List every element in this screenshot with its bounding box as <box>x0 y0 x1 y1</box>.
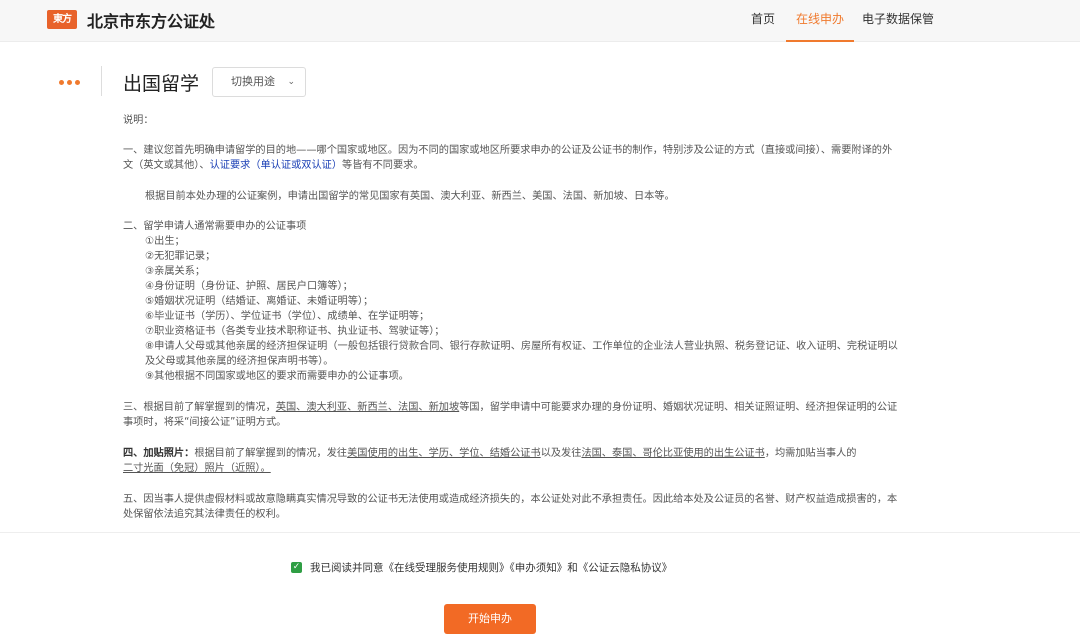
agreement-row[interactable]: ✓ 我已阅读并同意《在线受理服务使用规则》《申办须知》和《公证云隐私协议》 <box>291 560 672 575</box>
list-item: ⑧申请人父母或其他亲属的经济担保证明（一般包括银行贷款合同、银行存款证明、房屋所… <box>145 341 898 352</box>
certification-requirement-link[interactable]: 认证要求（单认证或双认证） <box>210 160 342 171</box>
title-divider <box>101 66 102 96</box>
page-title: 出国留学 <box>123 73 200 95</box>
start-apply-button[interactable]: 开始申办 <box>444 604 536 634</box>
paragraph-5-line-2: 二寸光面（免冠）照片（近照）。 <box>123 463 271 474</box>
paragraph-2: 根据目前本处办理的公证案例，申请出国留学的常见国家有英国、澳大利亚、新西兰、美国… <box>145 191 675 202</box>
paragraph-6-line-1: 五、因当事人提供虚假材料或故意隐瞒真实情况导致的公证书无法使用或造成经济损失的，… <box>123 494 898 505</box>
list-item: ⑨其他根据不同国家或地区的要求而需要申办的公证事项。 <box>145 371 409 382</box>
paragraph-4-line-1: 三、根据目前了解掌握到的情况，英国、澳大利亚、新西兰、法国、新加坡等国，留学申请… <box>123 401 943 416</box>
purpose-select-label: 切换用途 <box>231 75 275 88</box>
list-item: ⑥毕业证书（学历）、学位证书（学位）、成绩单、在学证明等； <box>145 311 430 322</box>
logo-icon[interactable]: 東方 <box>47 10 77 29</box>
nav-home[interactable]: 首页 <box>748 0 778 42</box>
paragraph-5-usa-docs: 美国使用的出生、学历、学位、结婚公证书 <box>347 448 541 459</box>
more-dots-icon <box>59 75 83 89</box>
paragraph-5-text-a: 根据目前了解掌握到的情况，发往 <box>194 448 348 459</box>
top-header: 東方 北京市东方公证处 首页 在线申办 电子数据保管 <box>0 0 1080 42</box>
list-item: ⑤婚姻状况证明（结婚证、离婚证、未婚证明等）； <box>145 296 374 307</box>
site-title[interactable]: 北京市东方公证处 <box>87 8 215 32</box>
paragraph-3-heading: 二、留学申请人通常需要申办的公证事项 <box>123 221 307 232</box>
list-item: ①出生； <box>145 236 185 247</box>
paragraph-4-text-b: 等国，留学申请中可能要求办理的身份证明、婚姻状况证明、相关证照证明、经济担保证明… <box>459 402 898 413</box>
list-item: ⑦职业资格证书（各类专业技术职称证书、执业证书、驾驶证等）； <box>145 326 445 337</box>
paragraph-1-text-b: 等皆有不同要求。 <box>342 160 424 171</box>
list-item: ③亲属关系； <box>145 266 206 277</box>
list-item: ②无犯罪记录； <box>145 251 216 262</box>
paragraph-5-heading: 四、加贴照片： <box>123 448 195 459</box>
paragraph-4-countries: 英国、澳大利亚、新西兰、法国、新加坡 <box>275 402 460 413</box>
nav-online-apply[interactable]: 在线申办 <box>786 0 854 42</box>
agreement-checkbox[interactable]: ✓ <box>291 562 302 573</box>
paragraph-5-line-1: 四、加贴照片：根据目前了解掌握到的情况，发往美国使用的出生、学历、学位、结婚公证… <box>123 447 943 462</box>
list-item: ④身份证明（身份证、护照、居民户口簿等）； <box>145 281 353 292</box>
chevron-down-icon: ⌄ <box>287 77 295 87</box>
list-item: 及父母或其他亲属的经济担保声明书等）。 <box>145 356 334 367</box>
agreement-text: 我已阅读并同意《在线受理服务使用规则》《申办须知》和《公证云隐私协议》 <box>310 562 673 574</box>
paragraph-1-text-a: 文（英文或其他）、 <box>123 160 210 171</box>
paragraph-5-text-c: ，均需加贴当事人的 <box>764 448 857 459</box>
paragraph-4-line-2: 事项时，将采“间接公证”证明方式。 <box>123 417 287 428</box>
nav-e-data-custody[interactable]: 电子数据保管 <box>862 0 934 42</box>
paragraph-5-text-b: 以及发往 <box>540 448 582 459</box>
paragraph-5-other-countries: 法国、泰国、哥伦比亚使用的出生公证书 <box>581 448 765 459</box>
paragraph-6-line-2: 处保留依法追究其法律责任的权利。 <box>123 509 286 520</box>
paragraph-1-line-1: 一、建议您首先明确申请留学的目的地——哪个国家或地区。因为不同的国家或地区所要求… <box>123 145 893 156</box>
purpose-switch-select[interactable]: 切换用途 ⌄ <box>212 67 306 97</box>
footer-divider <box>0 532 1080 533</box>
paragraph-4-text-a: 三、根据目前了解掌握到的情况， <box>123 402 276 413</box>
intro-label: 说明： <box>123 115 154 126</box>
paragraph-1-line-2: 文（英文或其他）、认证要求（单认证或双认证）等皆有不同要求。 <box>123 159 943 174</box>
